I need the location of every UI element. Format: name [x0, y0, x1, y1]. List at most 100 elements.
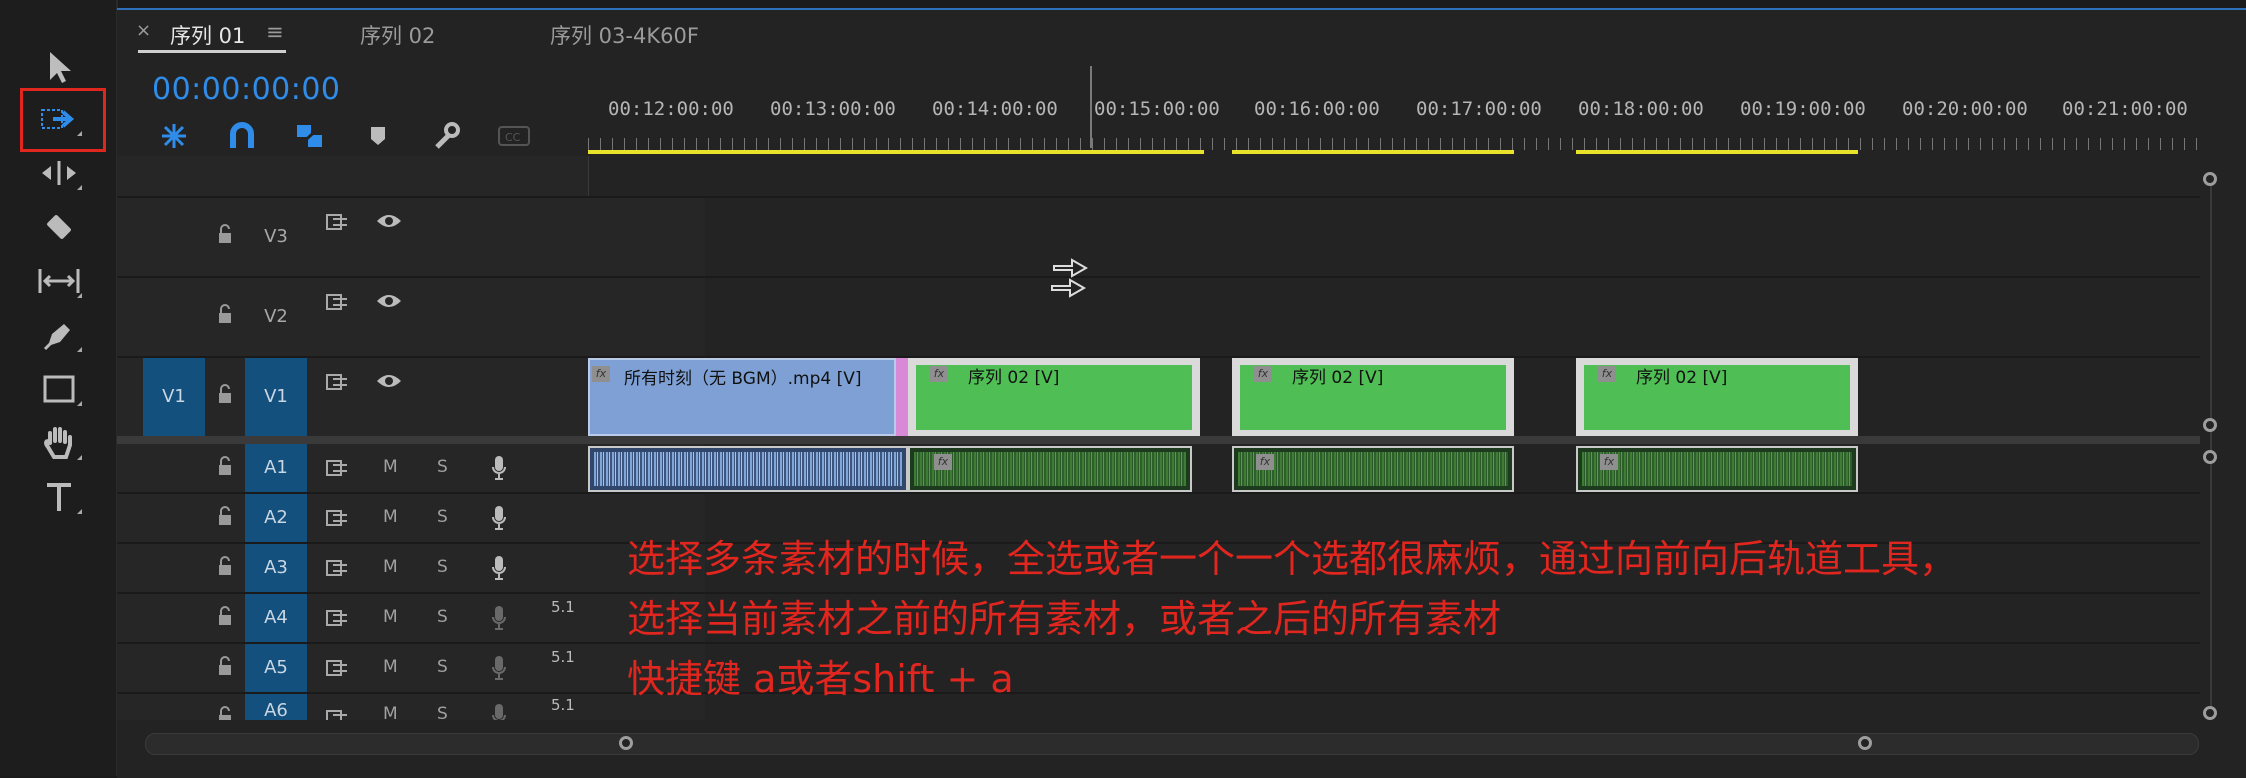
track-name-a4[interactable]: A4	[245, 594, 307, 642]
ruler-label: 00:17:00:00	[1416, 98, 1542, 120]
lock-icon[interactable]	[217, 456, 233, 480]
toggle-sync-lock-icon[interactable]	[325, 658, 351, 682]
video-clip[interactable]: fx 序列 02 [V]	[1576, 358, 1858, 436]
mute-button[interactable]: M	[383, 557, 398, 577]
panel-menu-icon[interactable]: ≡	[266, 20, 284, 44]
rectangle-icon[interactable]	[24, 366, 94, 412]
track-name-a1[interactable]: A1	[245, 444, 307, 492]
mute-button[interactable]: M	[383, 607, 398, 627]
mute-button[interactable]: M	[383, 457, 398, 477]
insert-sequence-as-nest-icon[interactable]	[156, 118, 192, 154]
solo-button[interactable]: S	[437, 507, 448, 527]
scroll-handle[interactable]	[2203, 172, 2217, 186]
audio-clip[interactable]: fx	[1232, 446, 1514, 492]
playhead[interactable]	[1090, 66, 1092, 148]
zoom-scroll-handle-left[interactable]	[619, 736, 633, 750]
scroll-handle[interactable]	[2203, 450, 2217, 464]
lock-icon[interactable]	[217, 606, 233, 630]
toggle-sync-lock-icon[interactable]	[325, 508, 351, 532]
svg-text:CC: CC	[505, 131, 521, 144]
lock-icon[interactable]	[217, 384, 233, 408]
active-tab-indicator	[138, 50, 286, 53]
ruler-ticks	[588, 138, 2200, 150]
lock-icon[interactable]	[217, 656, 233, 680]
clip-name: 序列 02 [V]	[968, 368, 1060, 388]
toggle-sync-lock-icon[interactable]	[325, 608, 351, 632]
horizontal-scrollbar[interactable]	[145, 733, 2199, 755]
toggle-sync-lock-icon[interactable]	[325, 708, 351, 720]
toggle-sync-lock-icon[interactable]	[325, 372, 351, 396]
toggle-sync-lock-icon[interactable]	[325, 558, 351, 582]
type-icon[interactable]	[24, 474, 94, 520]
solo-button[interactable]: S	[437, 607, 448, 627]
track-name-a5[interactable]: A5	[245, 644, 307, 692]
lock-icon[interactable]	[217, 224, 233, 248]
add-marker-icon[interactable]	[360, 118, 396, 154]
lock-icon[interactable]	[217, 506, 233, 530]
microphone-icon[interactable]	[491, 504, 507, 536]
track-name-v1[interactable]: V1	[245, 358, 307, 436]
solo-button[interactable]: S	[437, 457, 448, 477]
source-patch-v1[interactable]: V1	[143, 358, 205, 436]
video-clip[interactable]: fx 序列 02 [V]	[1232, 358, 1514, 436]
microphone-icon[interactable]	[491, 654, 507, 686]
track-body[interactable]	[705, 198, 2200, 276]
solo-button[interactable]: S	[437, 557, 448, 577]
video-audio-divider[interactable]	[117, 436, 2200, 444]
captions-icon[interactable]: CC	[496, 118, 532, 154]
solo-button[interactable]: S	[437, 704, 448, 720]
selection-tool-icon[interactable]	[24, 44, 94, 90]
scroll-handle[interactable]	[2203, 706, 2217, 720]
eye-icon[interactable]	[375, 292, 403, 314]
eye-icon[interactable]	[375, 372, 403, 394]
audio-clip[interactable]	[588, 446, 908, 492]
hand-icon[interactable]	[24, 420, 94, 466]
video-clip[interactable]: fx 序列 02 [V]	[908, 358, 1200, 436]
lock-icon[interactable]	[217, 706, 233, 720]
lock-icon[interactable]	[217, 304, 233, 328]
mute-button[interactable]: M	[383, 704, 398, 720]
toggle-sync-lock-icon[interactable]	[325, 458, 351, 482]
scroll-handle[interactable]	[2203, 418, 2217, 432]
track-body[interactable]	[705, 278, 2200, 356]
transition-marker[interactable]	[896, 358, 908, 436]
microphone-icon[interactable]	[491, 554, 507, 586]
tab-sequence-01[interactable]: 序列 01	[170, 20, 245, 50]
vertical-scrollbar[interactable]	[2210, 180, 2212, 715]
wrench-settings-icon[interactable]	[428, 118, 464, 154]
tab-sequence-02[interactable]: 序列 02	[360, 20, 435, 50]
track-name-v2[interactable]: V2	[245, 306, 307, 327]
toggle-sync-lock-icon[interactable]	[325, 292, 351, 316]
track-name-a6[interactable]: A6	[245, 694, 307, 720]
track-name-a2[interactable]: A2	[245, 494, 307, 542]
audio-clip[interactable]: fx	[1576, 446, 1858, 492]
track-name-v3[interactable]: V3	[245, 226, 307, 247]
fx-badge: fx	[592, 366, 610, 382]
audio-clip[interactable]: fx	[908, 446, 1192, 492]
zoom-scroll-handle-right[interactable]	[1858, 736, 1872, 750]
ripple-edit-icon[interactable]	[24, 150, 94, 196]
clip-name: 序列 02 [V]	[1636, 368, 1728, 388]
close-tab-icon[interactable]: ×	[136, 20, 151, 41]
track-name-a3[interactable]: A3	[245, 544, 307, 592]
microphone-icon[interactable]	[491, 604, 507, 636]
solo-button[interactable]: S	[437, 657, 448, 677]
fx-badge: fx	[930, 366, 948, 382]
clip-name: 所有时刻（无 BGM）.mp4 [V]	[624, 369, 862, 389]
playhead-timecode[interactable]: 00:00:00:00	[152, 72, 341, 107]
tab-sequence-03[interactable]: 序列 03-4K60F	[550, 20, 699, 50]
mute-button[interactable]: M	[383, 657, 398, 677]
razor-icon[interactable]	[24, 204, 94, 250]
lock-icon[interactable]	[217, 556, 233, 580]
slip-icon[interactable]	[24, 258, 94, 304]
snap-icon[interactable]	[224, 118, 260, 154]
microphone-icon[interactable]	[491, 454, 507, 486]
audio-track-a6: A6 M S 5.1	[117, 694, 2200, 720]
microphone-icon[interactable]	[491, 702, 507, 720]
video-clip[interactable]: fx 所有时刻（无 BGM）.mp4 [V]	[588, 358, 896, 436]
mute-button[interactable]: M	[383, 507, 398, 527]
eye-icon[interactable]	[375, 212, 403, 234]
linked-selection-icon[interactable]	[292, 118, 328, 154]
toggle-sync-lock-icon[interactable]	[325, 212, 351, 236]
pen-icon[interactable]	[24, 312, 94, 358]
